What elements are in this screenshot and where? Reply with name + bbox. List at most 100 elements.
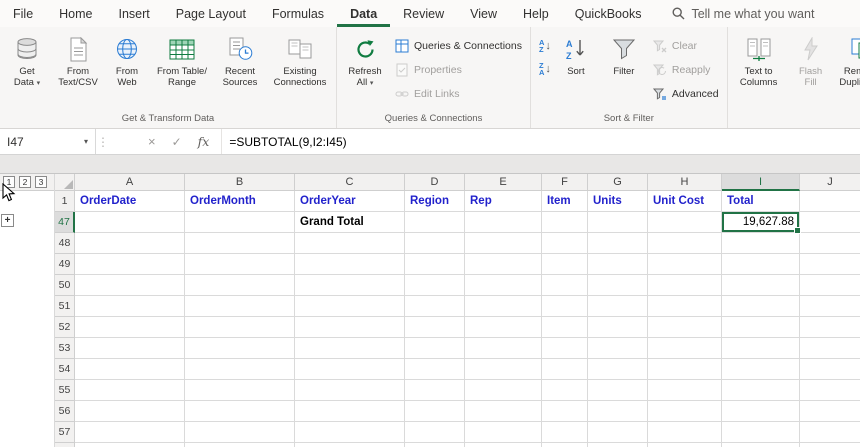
cell-A52[interactable] — [75, 317, 185, 338]
cell-H48[interactable] — [648, 233, 722, 254]
cell-G49[interactable] — [588, 254, 648, 275]
column-header-H[interactable]: H — [648, 174, 722, 191]
cell-F50[interactable] — [542, 275, 588, 296]
cell-G51[interactable] — [588, 296, 648, 317]
cell-A53[interactable] — [75, 338, 185, 359]
cell-D58[interactable] — [405, 443, 465, 447]
cell-J53[interactable] — [800, 338, 860, 359]
recent-sources-button[interactable]: Recent Sources — [214, 29, 266, 111]
cell-C50[interactable] — [295, 275, 405, 296]
cell-E58[interactable] — [465, 443, 542, 447]
outline-level-2-button[interactable]: 2 — [19, 176, 31, 188]
cell-D49[interactable] — [405, 254, 465, 275]
tell-me-search[interactable]: Tell me what you want — [672, 7, 814, 21]
cell-D51[interactable] — [405, 296, 465, 317]
cell-J47[interactable] — [800, 212, 860, 233]
column-header-G[interactable]: G — [588, 174, 648, 191]
cell-J50[interactable] — [800, 275, 860, 296]
existing-connections-button[interactable]: Existing Connections — [266, 29, 334, 111]
cell-H51[interactable] — [648, 296, 722, 317]
cell-I53[interactable] — [722, 338, 800, 359]
flash-fill-button[interactable]: Flash Fill — [788, 29, 834, 111]
cell-G55[interactable] — [588, 380, 648, 401]
cell-I50[interactable] — [722, 275, 800, 296]
from-web-button[interactable]: From Web — [104, 29, 150, 111]
cell-B48[interactable] — [185, 233, 295, 254]
cell-B52[interactable] — [185, 317, 295, 338]
cell-B1[interactable]: OrderMonth — [185, 191, 295, 212]
tab-quickbooks[interactable]: QuickBooks — [562, 0, 655, 27]
get-data-button[interactable]: Get Data ▾ — [2, 29, 52, 111]
cell-C1[interactable]: OrderYear — [295, 191, 405, 212]
cell-D1[interactable]: Region — [405, 191, 465, 212]
cell-J52[interactable] — [800, 317, 860, 338]
cell-C54[interactable] — [295, 359, 405, 380]
cell-H58[interactable] — [648, 443, 722, 447]
filter-button[interactable]: Filter — [599, 29, 649, 111]
cell-H52[interactable] — [648, 317, 722, 338]
cell-I1[interactable]: Total — [722, 191, 800, 212]
cell-I51[interactable] — [722, 296, 800, 317]
text-to-columns-button[interactable]: Text to Columns — [730, 29, 788, 111]
row-header-54[interactable]: 54 — [55, 359, 75, 380]
tab-page-layout[interactable]: Page Layout — [163, 0, 259, 27]
cell-C47[interactable]: Grand Total — [295, 212, 405, 233]
cell-H54[interactable] — [648, 359, 722, 380]
sort-ascending-button[interactable]: AZ ↓ — [539, 39, 551, 54]
cell-H47[interactable] — [648, 212, 722, 233]
column-header-I[interactable]: I — [722, 174, 800, 191]
cell-A57[interactable] — [75, 422, 185, 443]
cell-E48[interactable] — [465, 233, 542, 254]
cell-B51[interactable] — [185, 296, 295, 317]
cell-C49[interactable] — [295, 254, 405, 275]
tab-insert[interactable]: Insert — [106, 0, 163, 27]
cell-I55[interactable] — [722, 380, 800, 401]
cell-G47[interactable] — [588, 212, 648, 233]
clear-filter-button[interactable]: Clear — [652, 36, 719, 57]
cell-D47[interactable] — [405, 212, 465, 233]
cell-F56[interactable] — [542, 401, 588, 422]
formula-input[interactable]: =SUBTOTAL(9,I2:I45) — [222, 129, 860, 154]
cell-G58[interactable] — [588, 443, 648, 447]
cell-H50[interactable] — [648, 275, 722, 296]
cell-A56[interactable] — [75, 401, 185, 422]
cell-G48[interactable] — [588, 233, 648, 254]
from-table-range-button[interactable]: From Table/ Range — [150, 29, 214, 111]
reapply-filter-button[interactable]: Reapply — [652, 60, 719, 81]
cell-I56[interactable] — [722, 401, 800, 422]
from-text-csv-button[interactable]: From Text/CSV — [52, 29, 104, 111]
cell-I57[interactable] — [722, 422, 800, 443]
cell-G53[interactable] — [588, 338, 648, 359]
cell-E50[interactable] — [465, 275, 542, 296]
cell-G54[interactable] — [588, 359, 648, 380]
cell-F48[interactable] — [542, 233, 588, 254]
cell-A50[interactable] — [75, 275, 185, 296]
cell-I52[interactable] — [722, 317, 800, 338]
cell-H55[interactable] — [648, 380, 722, 401]
insert-function-icon[interactable]: fx — [198, 134, 210, 149]
name-box-caret-icon[interactable]: ▾ — [84, 137, 88, 146]
column-header-E[interactable]: E — [465, 174, 542, 191]
cell-E51[interactable] — [465, 296, 542, 317]
cell-B50[interactable] — [185, 275, 295, 296]
cell-B53[interactable] — [185, 338, 295, 359]
row-header-52[interactable]: 52 — [55, 317, 75, 338]
cell-I49[interactable] — [722, 254, 800, 275]
cell-F51[interactable] — [542, 296, 588, 317]
column-header-D[interactable]: D — [405, 174, 465, 191]
cell-D54[interactable] — [405, 359, 465, 380]
column-header-F[interactable]: F — [542, 174, 588, 191]
cell-A58[interactable] — [75, 443, 185, 447]
cell-E53[interactable] — [465, 338, 542, 359]
cell-F49[interactable] — [542, 254, 588, 275]
cell-C55[interactable] — [295, 380, 405, 401]
cell-D52[interactable] — [405, 317, 465, 338]
cell-E47[interactable] — [465, 212, 542, 233]
cell-F57[interactable] — [542, 422, 588, 443]
row-header-47[interactable]: 47 — [55, 212, 75, 233]
refresh-all-button[interactable]: Refresh All ▾ — [339, 29, 391, 111]
cell-A54[interactable] — [75, 359, 185, 380]
cell-D48[interactable] — [405, 233, 465, 254]
cell-C48[interactable] — [295, 233, 405, 254]
tab-formulas[interactable]: Formulas — [259, 0, 337, 27]
